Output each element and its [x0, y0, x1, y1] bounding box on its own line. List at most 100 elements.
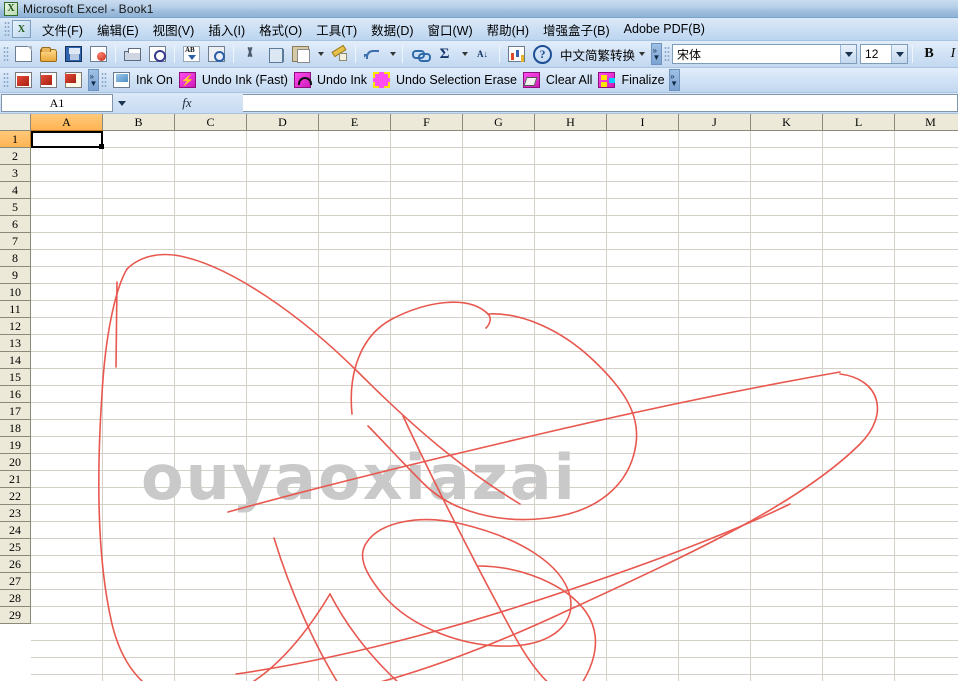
font-size-combo[interactable]: 12: [860, 44, 909, 64]
active-cell-A1[interactable]: [31, 131, 104, 149]
row-header-18[interactable]: 18: [0, 420, 31, 437]
row-header-21[interactable]: 21: [0, 471, 31, 488]
row-header-26[interactable]: 26: [0, 556, 31, 573]
copy-button[interactable]: [264, 43, 287, 65]
undo-ink-fast-label[interactable]: Undo Ink (Fast): [200, 73, 290, 87]
undo-ink-fast-button[interactable]: [176, 69, 199, 91]
convert-and-send-for-review-button[interactable]: [62, 69, 85, 91]
ink-toolbar-overflow-button[interactable]: » ▼: [668, 69, 680, 91]
row-header-10[interactable]: 10: [0, 284, 31, 301]
finalize-label[interactable]: Finalize: [619, 73, 666, 87]
chart-wizard-button[interactable]: [505, 43, 528, 65]
undo-selection-erase-label[interactable]: Undo Selection Erase: [394, 73, 519, 87]
standard-toolbar-overflow-button[interactable]: » ▼: [651, 43, 663, 65]
autosum-button[interactable]: [433, 43, 456, 65]
ink-toolbar-grip[interactable]: [101, 71, 107, 89]
column-header-J[interactable]: J: [679, 114, 751, 131]
column-header-L[interactable]: L: [823, 114, 895, 131]
menu-tools[interactable]: 工具(T): [309, 18, 364, 41]
column-header-D[interactable]: D: [247, 114, 319, 131]
formatting-toolbar-grip[interactable]: [664, 45, 671, 63]
print-button[interactable]: [121, 43, 144, 65]
ink-on-label[interactable]: Ink On: [134, 73, 175, 87]
spelling-button[interactable]: [180, 43, 203, 65]
row-header-3[interactable]: 3: [0, 165, 31, 182]
column-header-C[interactable]: C: [175, 114, 247, 131]
menu-data[interactable]: 数据(D): [364, 18, 420, 41]
column-header-I[interactable]: I: [607, 114, 679, 131]
font-name-combo[interactable]: 宋体: [672, 44, 858, 64]
column-header-E[interactable]: E: [319, 114, 391, 131]
print-preview-button[interactable]: [146, 43, 169, 65]
row-header-20[interactable]: 20: [0, 454, 31, 471]
undo-ink-label[interactable]: Undo Ink: [315, 73, 369, 87]
row-header-25[interactable]: 25: [0, 539, 31, 556]
clear-all-label[interactable]: Clear All: [544, 73, 595, 87]
row-header-11[interactable]: 11: [0, 301, 31, 318]
new-button[interactable]: [12, 43, 35, 65]
row-header-12[interactable]: 12: [0, 318, 31, 335]
column-header-G[interactable]: G: [463, 114, 535, 131]
row-header-27[interactable]: 27: [0, 573, 31, 590]
row-header-5[interactable]: 5: [0, 199, 31, 216]
pdf-toolbar-grip[interactable]: [3, 71, 9, 89]
row-header-29[interactable]: 29: [0, 607, 31, 624]
open-button[interactable]: [37, 43, 60, 65]
format-painter-button[interactable]: [327, 43, 350, 65]
sort-asc-button[interactable]: [471, 43, 494, 65]
undo-history-dropdown[interactable]: [386, 43, 397, 65]
finalize-button[interactable]: [595, 69, 618, 91]
column-header-F[interactable]: F: [391, 114, 463, 131]
chinese-convert-button[interactable]: 中文简繁转换: [554, 45, 649, 64]
standard-toolbar-grip[interactable]: [3, 45, 9, 63]
menu-enhance-box[interactable]: 增强盒子(B): [536, 18, 617, 41]
row-header-4[interactable]: 4: [0, 182, 31, 199]
column-header-M[interactable]: M: [895, 114, 958, 131]
row-header-13[interactable]: 13: [0, 335, 31, 352]
menu-help[interactable]: 帮助(H): [480, 18, 536, 41]
row-header-28[interactable]: 28: [0, 590, 31, 607]
row-header-7[interactable]: 7: [0, 233, 31, 250]
row-header-2[interactable]: 2: [0, 148, 31, 165]
row-header-1[interactable]: 1: [0, 131, 31, 148]
paste-button[interactable]: [289, 43, 312, 65]
insert-function-button[interactable]: fx: [131, 93, 243, 113]
row-header-9[interactable]: 9: [0, 267, 31, 284]
undo-ink-button[interactable]: [291, 69, 314, 91]
row-header-17[interactable]: 17: [0, 403, 31, 420]
research-button[interactable]: [205, 43, 228, 65]
column-header-A[interactable]: A: [31, 114, 103, 131]
pdf-toolbar-overflow-button[interactable]: » ▼: [88, 69, 99, 91]
select-all-corner[interactable]: [0, 114, 31, 131]
convert-and-email-pdf-button[interactable]: [37, 69, 60, 91]
row-header-24[interactable]: 24: [0, 522, 31, 539]
column-header-K[interactable]: K: [751, 114, 823, 131]
clear-all-button[interactable]: [520, 69, 543, 91]
menu-view[interactable]: 视图(V): [146, 18, 202, 41]
save-button[interactable]: [62, 43, 85, 65]
hyperlink-button[interactable]: [408, 43, 431, 65]
column-header-H[interactable]: H: [535, 114, 607, 131]
name-box-dropdown-button[interactable]: [113, 93, 131, 113]
email-button[interactable]: [87, 43, 110, 65]
row-header-8[interactable]: 8: [0, 250, 31, 267]
row-header-14[interactable]: 14: [0, 352, 31, 369]
menu-adobe-pdf[interactable]: Adobe PDF(B): [617, 20, 712, 38]
row-header-22[interactable]: 22: [0, 488, 31, 505]
ink-on-button[interactable]: [110, 69, 133, 91]
row-header-23[interactable]: 23: [0, 505, 31, 522]
excel-document-icon[interactable]: [12, 20, 31, 38]
cut-button[interactable]: [239, 43, 262, 65]
row-header-6[interactable]: 6: [0, 216, 31, 233]
convert-to-adobe-pdf-button[interactable]: [12, 69, 35, 91]
menu-format[interactable]: 格式(O): [252, 18, 309, 41]
undo-selection-erase-button[interactable]: [370, 69, 393, 91]
cell-grid[interactable]: [31, 131, 958, 681]
row-header-16[interactable]: 16: [0, 386, 31, 403]
row-header-15[interactable]: 15: [0, 369, 31, 386]
menu-file[interactable]: 文件(F): [35, 18, 90, 41]
menu-insert[interactable]: 插入(I): [201, 18, 252, 41]
italic-button[interactable]: I: [941, 43, 958, 65]
menu-window[interactable]: 窗口(W): [421, 18, 480, 41]
autosum-dropdown[interactable]: [458, 43, 469, 65]
